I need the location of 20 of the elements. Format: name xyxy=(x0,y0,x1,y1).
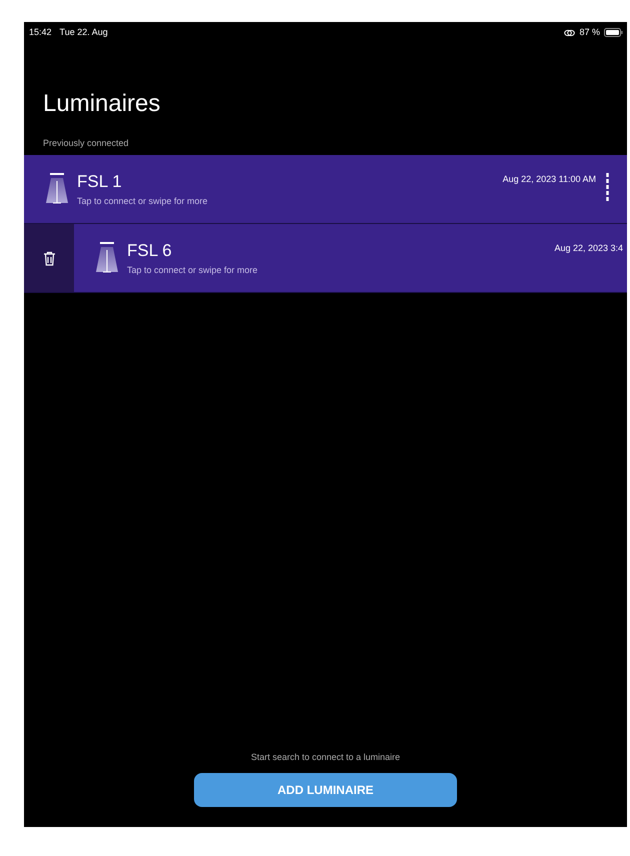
section-label: Previously connected xyxy=(43,136,130,150)
luminaire-row[interactable]: FSL 6 Tap to connect or swipe for more Aug 22, 2023 3:4 xyxy=(24,224,627,294)
search-hint: Start search to connect to a luminaire xyxy=(250,750,400,764)
last-connected-time: Aug 22, 2023 3:4 xyxy=(554,242,623,256)
link-icon xyxy=(564,28,576,36)
status-date: Tue 22. Aug xyxy=(60,26,108,39)
battery-icon xyxy=(604,28,623,37)
trash-icon xyxy=(42,250,56,266)
battery-percent: 87 % xyxy=(579,26,600,39)
luminaire-name: FSL 1 xyxy=(77,173,123,192)
luminaire-row[interactable]: FSL 1 Tap to connect or swipe for more Aug 22, 2023 11:00 AM xyxy=(24,155,627,224)
luminaire-hint: Tap to connect or swipe for more xyxy=(127,264,258,277)
luminaire-hint: Tap to connect or swipe for more xyxy=(77,194,208,208)
lamp-icon xyxy=(95,242,119,274)
page-title: Luminaires xyxy=(43,90,162,119)
lamp-icon xyxy=(45,173,69,204)
status-time: 15:42 xyxy=(29,26,52,39)
more-icon[interactable] xyxy=(606,173,609,204)
luminaire-name: FSL 6 xyxy=(127,242,173,261)
last-connected-time: Aug 22, 2023 11:00 AM xyxy=(502,173,596,186)
